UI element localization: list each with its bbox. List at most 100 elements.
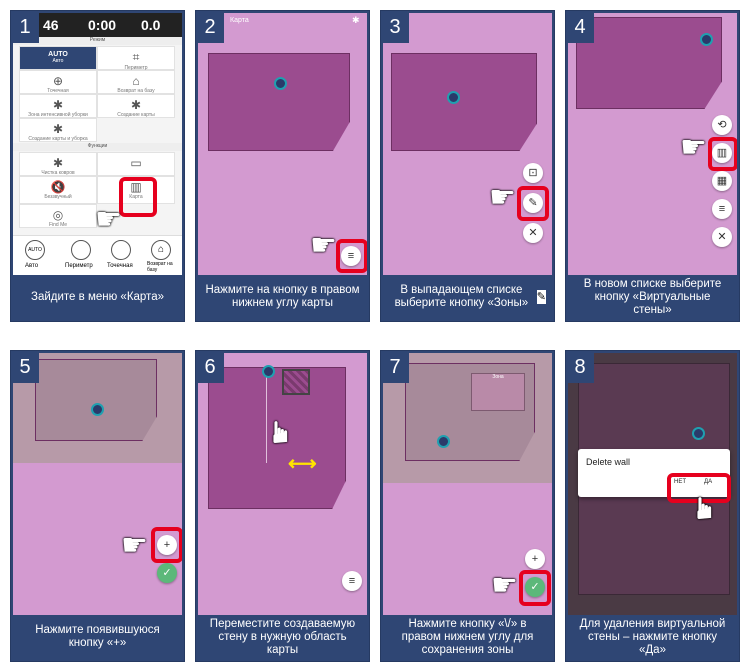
- zone-select-button[interactable]: ⊡: [523, 163, 543, 183]
- step-caption: Нажмите появившуюся кнопку «+»: [35, 624, 160, 649]
- gear-icon: ✱: [130, 98, 142, 112]
- auto-label: AUTO: [48, 51, 68, 58]
- auto-sub-label: Авто: [52, 58, 64, 64]
- create-map-clean-label: Создание карты и уборка: [28, 136, 88, 142]
- step-panel-2: Карта ✱ ≡ ☛ 2 Нажмите на кнопку в правом…: [195, 10, 370, 322]
- auto-button[interactable]: AUTO Авто: [19, 46, 97, 70]
- perimeter-round-icon[interactable]: [71, 240, 91, 260]
- functions-label: Функции: [13, 143, 182, 151]
- find-me-label: Find Me: [48, 222, 68, 228]
- create-map-label: Создание карты: [117, 112, 155, 118]
- calendar-icon: ▭: [130, 156, 142, 170]
- step-caption: В выпадающем списке выберите кнопку «Зон…: [389, 277, 546, 317]
- mute-label: Беззвучный: [44, 194, 72, 200]
- step-number: 3: [381, 11, 409, 43]
- pointing-hand-icon: ☛: [680, 131, 707, 164]
- pointing-hand-icon: ☛: [264, 418, 298, 446]
- step-number: 5: [11, 351, 39, 383]
- check-button-highlight: [519, 570, 551, 606]
- dialog-title: Delete wall: [586, 457, 631, 467]
- pointing-hand-icon: ☛: [121, 529, 148, 562]
- step-caption: Нажмите кнопку «\/» в правом нижнем углу…: [401, 617, 534, 656]
- robot-icon: [437, 435, 450, 448]
- map-screenshot: Карта ✱ ≡ ☛: [198, 13, 367, 275]
- perimeter-icon: ⌗: [132, 50, 140, 64]
- time-display: 0:00: [88, 17, 117, 33]
- auto-round-icon[interactable]: AUTO: [25, 240, 45, 260]
- robot-icon: [447, 91, 460, 104]
- drag-arrow-icon: ⟷: [288, 453, 317, 475]
- step-number: 7: [381, 351, 409, 383]
- step-number: 4: [566, 11, 594, 43]
- pointing-hand-icon: ☛: [489, 181, 516, 214]
- step-number: 8: [566, 351, 594, 383]
- check-button[interactable]: ✓: [157, 563, 177, 583]
- pencil-icon: ✎: [536, 290, 546, 304]
- bottom-return-label: Возврат на базу: [147, 261, 173, 273]
- step-panel-1: 46 0:00 0.0 Режим AUTO Авто ⌗ Периметр ⊕ Т…: [10, 10, 185, 322]
- bottom-auto-label: Авто: [25, 263, 39, 269]
- gear-icon: ✱: [52, 122, 64, 136]
- restricted-zone: [282, 369, 310, 395]
- spot-round-icon[interactable]: [111, 240, 131, 260]
- close-button[interactable]: ✕: [523, 223, 543, 243]
- gear-icon: ✱: [52, 156, 64, 170]
- map-screenshot: ⊡ ✎ ✕ ☛: [383, 13, 552, 275]
- pointing-hand-icon: ☛: [688, 494, 722, 522]
- target-icon: ◎: [52, 208, 64, 222]
- intensive-button[interactable]: ✱ Зона интенсивной уборки: [19, 94, 97, 118]
- step-panel-4: ⟲ ▥ ▦ ≡ ✕ ☛ 4 В новом списке выберите кн…: [565, 10, 740, 322]
- step-caption: В новом списке выберите кнопку «Виртуаль…: [583, 277, 722, 316]
- phone-screenshot: 46 0:00 0.0 Режим AUTO Авто ⌗ Периметр ⊕ Т…: [13, 13, 182, 275]
- screen-title: Карта: [230, 17, 249, 24]
- return-button[interactable]: ⌂ Возврат на базу: [97, 70, 175, 94]
- zone-button[interactable]: ▦: [712, 171, 732, 191]
- home-round-icon[interactable]: ⌂: [151, 240, 171, 260]
- map-button-highlight: [119, 177, 157, 217]
- room-map: [576, 17, 722, 109]
- create-map-clean-button[interactable]: ✱ Создание карты и уборка: [19, 118, 97, 142]
- room-map: [35, 359, 157, 441]
- stripes-button[interactable]: ≡: [712, 199, 732, 219]
- pointing-hand-icon: ☛: [95, 203, 122, 236]
- create-map-button[interactable]: ✱ Создание карты: [97, 94, 175, 118]
- restore-button[interactable]: ⟲: [712, 115, 732, 135]
- zone-box: Зона: [471, 373, 525, 411]
- virtual-wall-highlight: [708, 137, 737, 171]
- map-screenshot: Зона + ✓ ☛: [383, 353, 552, 615]
- carpet-button[interactable]: ✱ Чистка ковров: [19, 152, 97, 176]
- step-panel-8: Delete wall НЕТ ДА ☛ 8 Для удаления вирт…: [565, 350, 740, 662]
- menu-button[interactable]: ≡: [342, 571, 362, 591]
- plus-button[interactable]: +: [525, 549, 545, 569]
- room-map: [208, 53, 350, 151]
- spot-icon: ⊕: [52, 74, 64, 88]
- mute-button[interactable]: 🔇 Беззвучный: [19, 176, 97, 204]
- step-caption: Для удаления виртуальной стены – нажмите…: [579, 617, 726, 656]
- menu-button-highlight: [336, 239, 367, 273]
- step-caption: Нажмите на кнопку в правом нижнем углу к…: [205, 284, 360, 309]
- gear-icon: ✱: [52, 98, 64, 112]
- robot-icon: [262, 365, 275, 378]
- pointing-hand-icon: ☛: [310, 229, 337, 262]
- find-me-button[interactable]: ◎ Find Me: [19, 204, 97, 228]
- robot-icon: [91, 403, 104, 416]
- step-panel-7: Зона + ✓ ☛ 7 Нажмите кнопку «\/» в право…: [380, 350, 555, 662]
- step-caption: Зайдите в меню «Карта»: [31, 290, 164, 303]
- step-panel-3: ⊡ ✎ ✕ ☛ 3 В выпадающем списке выберите к…: [380, 10, 555, 322]
- area-display: 0.0: [141, 17, 161, 33]
- robot-icon: [274, 77, 287, 90]
- calendar-button[interactable]: ▭: [97, 152, 175, 176]
- caption-text: В выпадающем списке выберите кнопку «Зон…: [394, 284, 529, 309]
- bottom-spot-label: Точечная: [107, 263, 133, 269]
- room-map: [391, 53, 537, 151]
- map-screenshot: ⟲ ▥ ▦ ≡ ✕ ☛: [568, 13, 737, 275]
- close-button[interactable]: ✕: [712, 227, 732, 247]
- pencil-button-highlight: [517, 186, 549, 221]
- spot-button[interactable]: ⊕ Точечная: [19, 70, 97, 94]
- step-number: 6: [196, 351, 224, 383]
- gear-icon[interactable]: ✱: [352, 15, 360, 26]
- step-panel-6: ☛ ⟷ ≡ 6 Переместите создаваемую стену в …: [195, 350, 370, 662]
- step-number: 1: [11, 11, 39, 43]
- temperature: 46: [43, 17, 59, 33]
- perimeter-button[interactable]: ⌗ Периметр: [97, 46, 175, 71]
